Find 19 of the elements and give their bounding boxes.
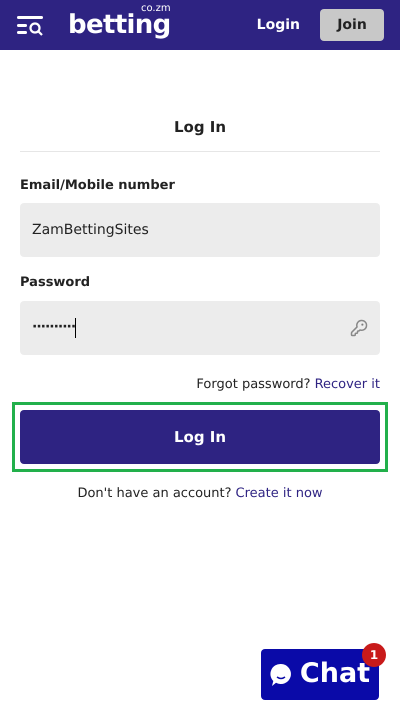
field-value: ·········· bbox=[32, 318, 76, 337]
password-field[interactable]: ·········· bbox=[20, 300, 380, 354]
key-icon[interactable] bbox=[350, 318, 368, 336]
form-title: Log In bbox=[174, 117, 226, 138]
email-field[interactable]: ZamBettingSites bbox=[20, 203, 380, 257]
join-button[interactable]: Join bbox=[320, 9, 384, 41]
forgot-text: Forgot password? bbox=[196, 376, 311, 394]
signup-text: Don't have an account? bbox=[77, 485, 232, 503]
chat-bubble-icon bbox=[270, 662, 292, 686]
field-value: ZamBettingSites bbox=[32, 220, 149, 240]
field-label: Email/Mobile number bbox=[20, 176, 176, 194]
field-label: Password bbox=[20, 274, 92, 292]
logo[interactable]: betting bbox=[68, 12, 171, 38]
menu-search-icon[interactable] bbox=[16, 14, 44, 36]
login-link[interactable]: Login bbox=[256, 14, 300, 36]
signup-link[interactable]: Create it now bbox=[236, 484, 323, 504]
logo-domain: co.zm bbox=[140, 4, 171, 14]
login-button[interactable]: Log In bbox=[20, 410, 380, 464]
recover-link[interactable]: Recover it bbox=[314, 374, 380, 394]
